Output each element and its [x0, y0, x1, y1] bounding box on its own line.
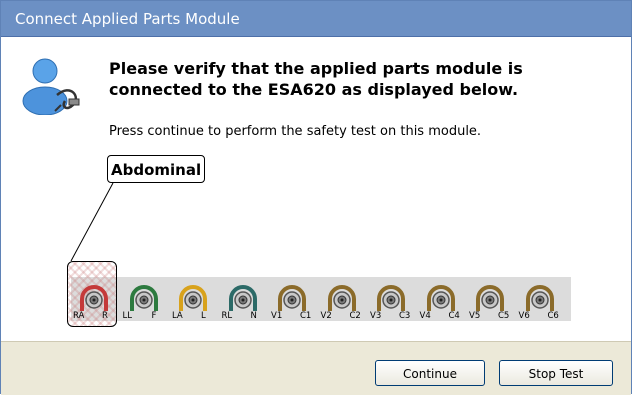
connector-ra-icon — [80, 285, 108, 311]
dialog-footer: Continue Stop Test — [1, 341, 631, 395]
connector-label-ra: RA — [73, 311, 85, 321]
connector-label-v3: V3 — [370, 311, 382, 321]
connector-alt-label-c4: C4 — [448, 311, 460, 321]
stop-test-button[interactable]: Stop Test — [499, 360, 613, 386]
connector-label-la: LA — [172, 311, 183, 321]
connect-applied-parts-dialog: Connect Applied Parts Module Please veri… — [0, 0, 632, 395]
connector-label-v6: V6 — [518, 311, 530, 321]
connector-la-icon — [179, 285, 207, 311]
connector-alt-label-c2: C2 — [349, 311, 361, 321]
connector-v6-icon — [525, 285, 554, 311]
connector-rl-icon — [228, 285, 257, 311]
connector-v3-icon — [377, 285, 405, 311]
dialog-title: Connect Applied Parts Module — [15, 10, 240, 28]
connector-ll-icon — [129, 285, 158, 311]
heading-text: Please verify that the applied parts mod… — [109, 59, 523, 99]
connector-v4-icon — [426, 285, 455, 311]
connector-alt-label-c6: C6 — [547, 311, 559, 321]
title-bar: Connect Applied Parts Module — [1, 1, 631, 37]
connector-v5-icon — [476, 285, 504, 311]
user-with-cable-icon — [22, 58, 80, 115]
connector-label-v1: V1 — [271, 311, 283, 321]
connector-label-v4: V4 — [419, 311, 431, 321]
connector-label-rl: RL — [221, 311, 233, 321]
connector-v2-icon — [327, 285, 356, 311]
continue-button[interactable]: Continue — [375, 360, 485, 386]
instruction-text: Press continue to perform the safety tes… — [109, 124, 482, 139]
connector-label-v2: V2 — [320, 311, 332, 321]
connector-alt-label-l: L — [201, 311, 206, 321]
module-label: Abdominal — [107, 155, 206, 183]
connector-alt-label-n: N — [250, 311, 257, 321]
connector-alt-label-r: R — [102, 311, 108, 321]
connector-alt-label-c1: C1 — [300, 311, 312, 321]
connector-label-v5: V5 — [469, 311, 481, 321]
connector-alt-label-c5: C5 — [498, 311, 510, 321]
connector-label-ll: LL — [122, 311, 132, 321]
connector-v1-icon — [278, 285, 306, 311]
connector-alt-label-f: F — [151, 311, 157, 321]
dialog-content: Please verify that the applied parts mod… — [1, 37, 631, 340]
connector-alt-label-c3: C3 — [399, 311, 411, 321]
